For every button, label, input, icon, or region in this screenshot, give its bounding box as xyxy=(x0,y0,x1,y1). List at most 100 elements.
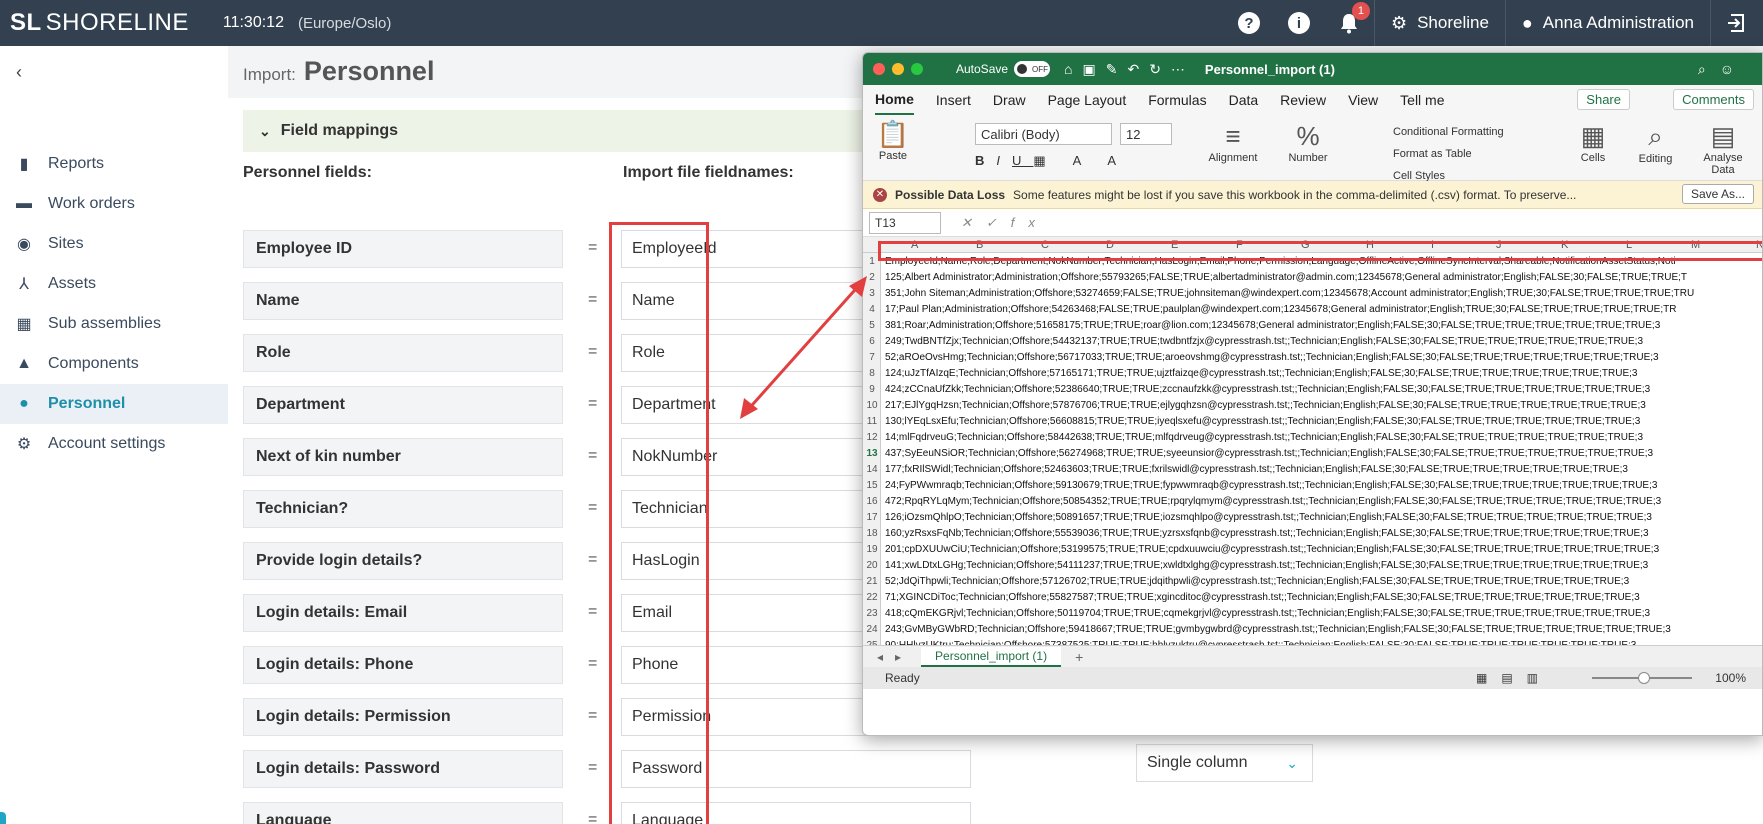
side-drawer-tab[interactable] xyxy=(0,812,6,824)
row-number[interactable]: 13 xyxy=(863,448,881,459)
maximize-window-button[interactable] xyxy=(911,63,923,75)
row-number[interactable]: 3 xyxy=(863,288,881,299)
row-number[interactable]: 18 xyxy=(863,528,881,539)
tab-view[interactable]: View xyxy=(1348,86,1378,114)
row-number[interactable]: 25 xyxy=(863,640,881,645)
cell-a[interactable]: 52;JdQiThpwli;Technician;Offshore;571267… xyxy=(885,576,1629,587)
cell-a[interactable]: 351;John Siteman;Administration;Offshore… xyxy=(885,288,1694,299)
number-button[interactable]: % Number xyxy=(1283,121,1333,164)
tell-me[interactable]: Tell me xyxy=(1400,86,1444,114)
cell-a[interactable]: 24;FyPWwmraqb;Technician;Offshore;591306… xyxy=(885,480,1657,491)
row-number[interactable]: 22 xyxy=(863,592,881,603)
comments-button[interactable]: Comments xyxy=(1673,89,1754,110)
cell-a[interactable]: 141;xwLDtxLGHg;Technician;Offshore;54111… xyxy=(885,560,1648,571)
row-number[interactable]: 6 xyxy=(863,336,881,347)
sidebar-item-components[interactable]: ▲ Components xyxy=(0,344,228,384)
row-number[interactable]: 2 xyxy=(863,272,881,283)
row-number[interactable]: 16 xyxy=(863,496,881,507)
minimize-window-button[interactable] xyxy=(892,63,904,75)
spreadsheet-grid[interactable]: ABCDEFGHIJKLMN 1234567891011121314151617… xyxy=(863,237,1762,645)
sidebar-item-personnel[interactable]: ● Personnel xyxy=(0,384,228,424)
cell-a[interactable]: 249;TwdBNTfZjx;Technician;Offshore;54432… xyxy=(885,336,1643,347)
fx-icon[interactable]: ✕✓fx xyxy=(961,215,1049,231)
row-number[interactable]: 8 xyxy=(863,368,881,379)
tab-data[interactable]: Data xyxy=(1229,86,1259,114)
cell-a[interactable]: 14;mlFqdrveuG;Technician;Offshore;584426… xyxy=(885,432,1643,443)
cell-a[interactable]: 124;uJzTfAIzqE;Technician;Offshore;57165… xyxy=(885,368,1637,379)
alignment-button[interactable]: ≡ Alignment xyxy=(1203,121,1263,164)
cell-a[interactable]: 90;HHlvzUKtru;Technician;Offshore;573875… xyxy=(885,640,1636,645)
share-button[interactable]: Share xyxy=(1577,89,1630,110)
row-number[interactable]: 21 xyxy=(863,576,881,587)
row-number[interactable]: 15 xyxy=(863,480,881,491)
cell-a[interactable]: 177;fxRIlSWidl;Technician;Offshore;52463… xyxy=(885,464,1628,475)
tab-draw[interactable]: Draw xyxy=(993,86,1026,114)
row-number[interactable]: 23 xyxy=(863,608,881,619)
column-mode-select-language[interactable]: Single column ⌄ xyxy=(1136,744,1313,782)
row-number[interactable]: 17 xyxy=(863,512,881,523)
conditional-formatting-button[interactable]: Conditional Formatting xyxy=(1393,121,1504,143)
row-number[interactable]: 20 xyxy=(863,560,881,571)
cell-a[interactable]: 437;SyEeuNSiOR;Technician;Offshore;56274… xyxy=(885,448,1653,459)
save-as-button[interactable]: Save As... xyxy=(1681,184,1754,204)
format-buttons[interactable]: BIU▦ A A xyxy=(975,153,1128,169)
row-number[interactable]: 10 xyxy=(863,400,881,411)
analyse-data-button[interactable]: ▤ Analyse Data xyxy=(1698,121,1748,176)
cell-a[interactable]: 52;aROeOvsHmg;Technician;Offshore;567170… xyxy=(885,352,1659,363)
cell-a[interactable]: 418;cQmEKGRjvl;Technician;Offshore;50119… xyxy=(885,608,1650,619)
quick-access-icons[interactable]: ⌂▣✎↶↻⋯ xyxy=(1064,61,1195,78)
autosave-toggle[interactable]: OFF xyxy=(1014,61,1051,77)
close-window-button[interactable] xyxy=(873,63,885,75)
cell-a[interactable]: 71;XGINCDiToc;Technician;Offshore;558275… xyxy=(885,592,1640,603)
tab-formulas[interactable]: Formulas xyxy=(1148,86,1206,114)
sheet-nav-arrows[interactable]: ◂▸ xyxy=(877,650,913,664)
cell-a[interactable]: 472;RpqRYLqMym;Technician;Offshore;50854… xyxy=(885,496,1661,507)
search-icon[interactable]: ⌕☺ xyxy=(1698,61,1748,78)
add-sheet-button[interactable]: + xyxy=(1075,649,1083,665)
tab-home[interactable]: Home xyxy=(875,85,914,116)
tab-insert[interactable]: Insert xyxy=(936,86,971,114)
row-number[interactable]: 12 xyxy=(863,432,881,443)
row-number[interactable]: 11 xyxy=(863,416,881,427)
tab-page-layout[interactable]: Page Layout xyxy=(1048,86,1127,114)
tab-review[interactable]: Review xyxy=(1280,86,1326,114)
cells-button[interactable]: ▦ Cells xyxy=(1573,121,1613,164)
sidebar-item-assets[interactable]: ⅄ Assets xyxy=(0,264,228,304)
sidebar-item-reports[interactable]: ▮ Reports xyxy=(0,144,228,184)
name-box[interactable]: T13 xyxy=(869,211,941,234)
cell-a[interactable]: 126;iOzsmQhlpO;Technician;Offshore;50891… xyxy=(885,512,1652,523)
sidebar-item-sub-assemblies[interactable]: ▦ Sub assemblies xyxy=(0,304,228,344)
user-menu[interactable]: ● Anna Administration xyxy=(1506,0,1710,46)
row-number[interactable]: 14 xyxy=(863,464,881,475)
info-icon[interactable]: i xyxy=(1284,8,1314,38)
collapse-sidebar-icon[interactable]: ‹ xyxy=(16,62,22,83)
company-menu[interactable]: ⚙ Shoreline xyxy=(1375,0,1505,46)
paste-button[interactable]: 📋 Paste xyxy=(873,119,913,162)
cell-a[interactable]: 125;Albert Administrator;Administration;… xyxy=(885,272,1687,283)
cell-a[interactable]: 201;cpDXUUwCiU;Technician;Offshore;53199… xyxy=(885,544,1659,555)
row-number[interactable]: 7 xyxy=(863,352,881,363)
sidebar-item-account-settings[interactable]: ⚙ Account settings xyxy=(0,424,228,464)
editing-button[interactable]: ⌕ Editing xyxy=(1633,121,1678,165)
row-number[interactable]: 4 xyxy=(863,304,881,315)
cell-a[interactable]: 381;Roar;Administration;Offshore;5165817… xyxy=(885,320,1660,331)
font-family-select[interactable]: Calibri (Body) xyxy=(975,123,1112,145)
sidebar-item-work-orders[interactable]: ▬ Work orders xyxy=(0,184,228,224)
sidebar-item-sites[interactable]: ◉ Sites xyxy=(0,224,228,264)
zoom-slider[interactable] xyxy=(1592,672,1692,684)
view-buttons[interactable]: ▦▤▥ xyxy=(1476,671,1552,685)
row-number[interactable]: 24 xyxy=(863,624,881,635)
cell-a[interactable]: 424;zCCnaUfZkk;Technician;Offshore;52386… xyxy=(885,384,1650,395)
logout-icon[interactable] xyxy=(1711,0,1763,46)
row-number[interactable]: 19 xyxy=(863,544,881,555)
font-size-select[interactable]: 12 xyxy=(1120,123,1172,145)
cell-a[interactable]: 160;yzRsxsFqNb;Technician;Offshore;55539… xyxy=(885,528,1649,539)
row-number[interactable]: 9 xyxy=(863,384,881,395)
help-icon[interactable]: ? xyxy=(1234,8,1264,38)
cell-a[interactable]: 17;Paul Plan;Administration;Offshore;542… xyxy=(885,304,1676,315)
logo[interactable]: SL SHORELINE xyxy=(10,9,189,37)
sheet-tab[interactable]: Personnel_import (1) xyxy=(921,646,1062,667)
cell-a[interactable]: 243;GvMByGWbRD;Technician;Offshore;59418… xyxy=(885,624,1671,635)
cell-a[interactable]: 130;lYEqLsxEfu;Technician;Offshore;56608… xyxy=(885,416,1640,427)
cell-a[interactable]: 217;EJlYgqHzsn;Technician;Offshore;57876… xyxy=(885,400,1646,411)
